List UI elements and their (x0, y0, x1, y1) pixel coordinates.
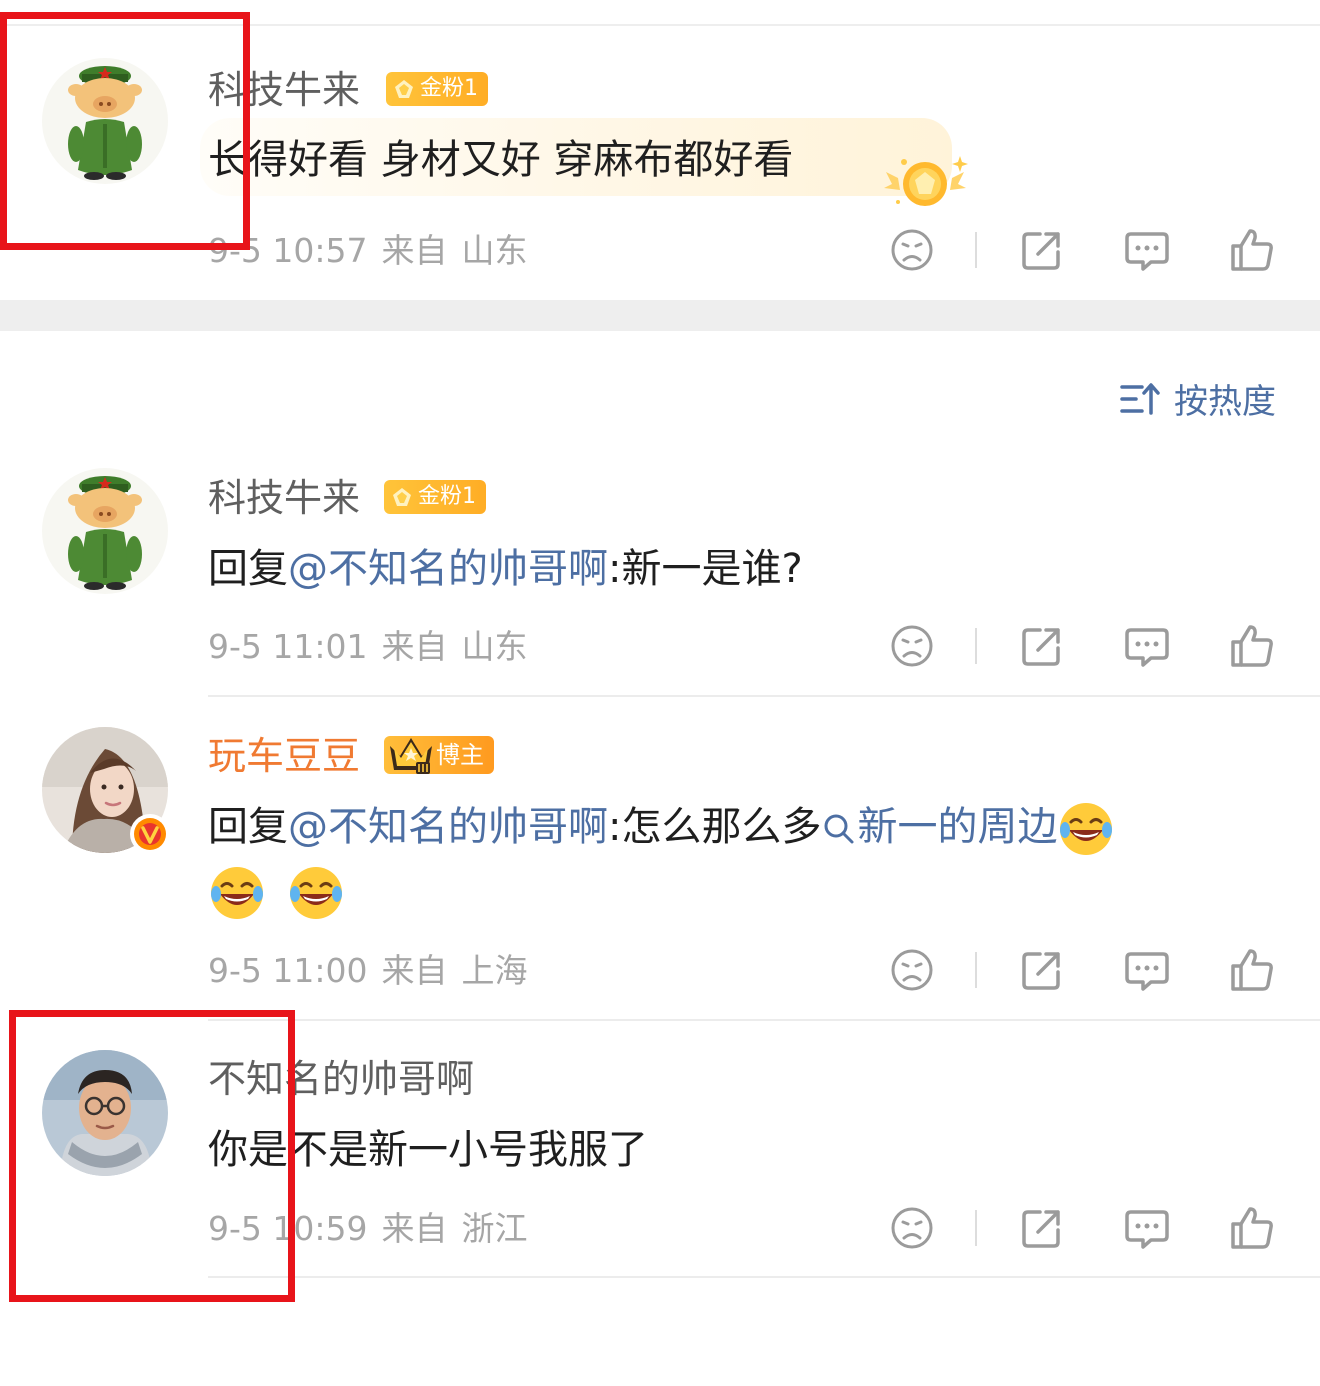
laughing-tears-emoji-icon (289, 867, 342, 919)
topic-link[interactable]: 新一的周边 (821, 804, 1057, 850)
username[interactable]: 科技牛来 (208, 476, 360, 520)
comment-meta: 9-5 11:01 来自 山东 (208, 627, 528, 667)
reply-prefix: 回复 (208, 804, 288, 850)
topic-text: 新一的周边 (857, 804, 1058, 850)
reply-icon[interactable] (1123, 226, 1171, 274)
username[interactable]: 玩车豆豆 (208, 734, 360, 778)
comment-actions (888, 226, 1288, 274)
laughing-tears-emoji-icon (1060, 803, 1113, 855)
mention-link[interactable]: @不知名的帅哥啊 (288, 546, 608, 592)
comment-divider (208, 1019, 1320, 1021)
sort-label: 按热度 (1174, 382, 1276, 422)
share-icon[interactable] (1018, 622, 1066, 670)
emoji-row (208, 864, 345, 922)
diamond-icon (393, 488, 411, 506)
laughing-tears-emoji-icon (211, 867, 263, 919)
comment-location: 上海 (461, 951, 528, 990)
comment-actions (888, 622, 1288, 670)
action-separator (975, 952, 977, 988)
reply-prefix: 回复 (208, 546, 288, 592)
diamond-icon (395, 80, 413, 98)
comment-location: 山东 (461, 231, 528, 270)
like-icon[interactable] (1228, 1204, 1276, 1252)
reply-text: :新一是谁? (608, 546, 803, 592)
comment-actions (888, 1204, 1288, 1252)
search-icon (824, 814, 854, 844)
comment-text: 回复@不知名的帅哥啊:怎么那么多 新一的周边 (208, 800, 1115, 858)
comment-from: 来自 (381, 951, 448, 990)
highlight-box (9, 1010, 295, 1302)
comment-divider (208, 1276, 1320, 1278)
sort-icon (1120, 382, 1160, 415)
gold-fan-medal-icon (884, 156, 968, 206)
share-icon[interactable] (1018, 1204, 1066, 1252)
like-icon[interactable] (1228, 622, 1276, 670)
reply-icon[interactable] (1123, 946, 1171, 994)
action-separator (975, 232, 977, 268)
share-icon[interactable] (1018, 946, 1066, 994)
reply-icon[interactable] (1123, 1204, 1171, 1252)
crown-icon (390, 738, 432, 774)
reply-text: :怎么那么多 (608, 804, 822, 850)
mention-link[interactable]: @不知名的帅哥啊 (288, 804, 608, 850)
comment-from: 来自 (381, 627, 448, 666)
like-icon[interactable] (1228, 226, 1276, 274)
highlight-box (0, 12, 250, 250)
action-separator (975, 628, 977, 664)
comment-actions (888, 946, 1288, 994)
comment-from: 来自 (381, 1209, 448, 1248)
like-icon[interactable] (1228, 946, 1276, 994)
fan-badge-label: 金粉1 (420, 76, 478, 101)
fan-badge-label: 金粉1 (418, 484, 476, 509)
verified-badge-icon (130, 814, 170, 854)
dislike-icon[interactable] (888, 946, 936, 994)
comment-time: 9-5 11:01 (208, 627, 368, 666)
comment-location: 浙江 (461, 1209, 528, 1248)
share-icon[interactable] (1018, 226, 1066, 274)
comment-meta: 9-5 10:57 来自 山东 (208, 231, 528, 271)
comment-from: 来自 (381, 231, 448, 270)
comment-text: 长得好看 身材又好 穿麻布都好看 (208, 137, 794, 183)
blogger-badge-label: 博主 (436, 741, 484, 769)
comment-time: 9-5 11:00 (208, 951, 368, 990)
dislike-icon[interactable] (888, 226, 936, 274)
sort-by-hot-button[interactable]: 按热度 (1120, 374, 1276, 423)
comment-divider (208, 695, 1320, 697)
fan-badge[interactable]: 金粉1 (386, 72, 488, 106)
dislike-icon[interactable] (888, 1204, 936, 1252)
dislike-icon[interactable] (888, 622, 936, 670)
fan-badge[interactable]: 金粉1 (384, 480, 486, 514)
action-separator (975, 1210, 977, 1246)
comment-location: 山东 (461, 627, 528, 666)
blogger-badge[interactable]: 博主 (384, 736, 494, 774)
reply-icon[interactable] (1123, 622, 1171, 670)
comment-text: 回复@不知名的帅哥啊:新一是谁? (208, 543, 803, 595)
section-separator (0, 300, 1320, 331)
avatar[interactable] (42, 468, 168, 594)
comment-meta: 9-5 11:00 来自 上海 (208, 951, 528, 991)
